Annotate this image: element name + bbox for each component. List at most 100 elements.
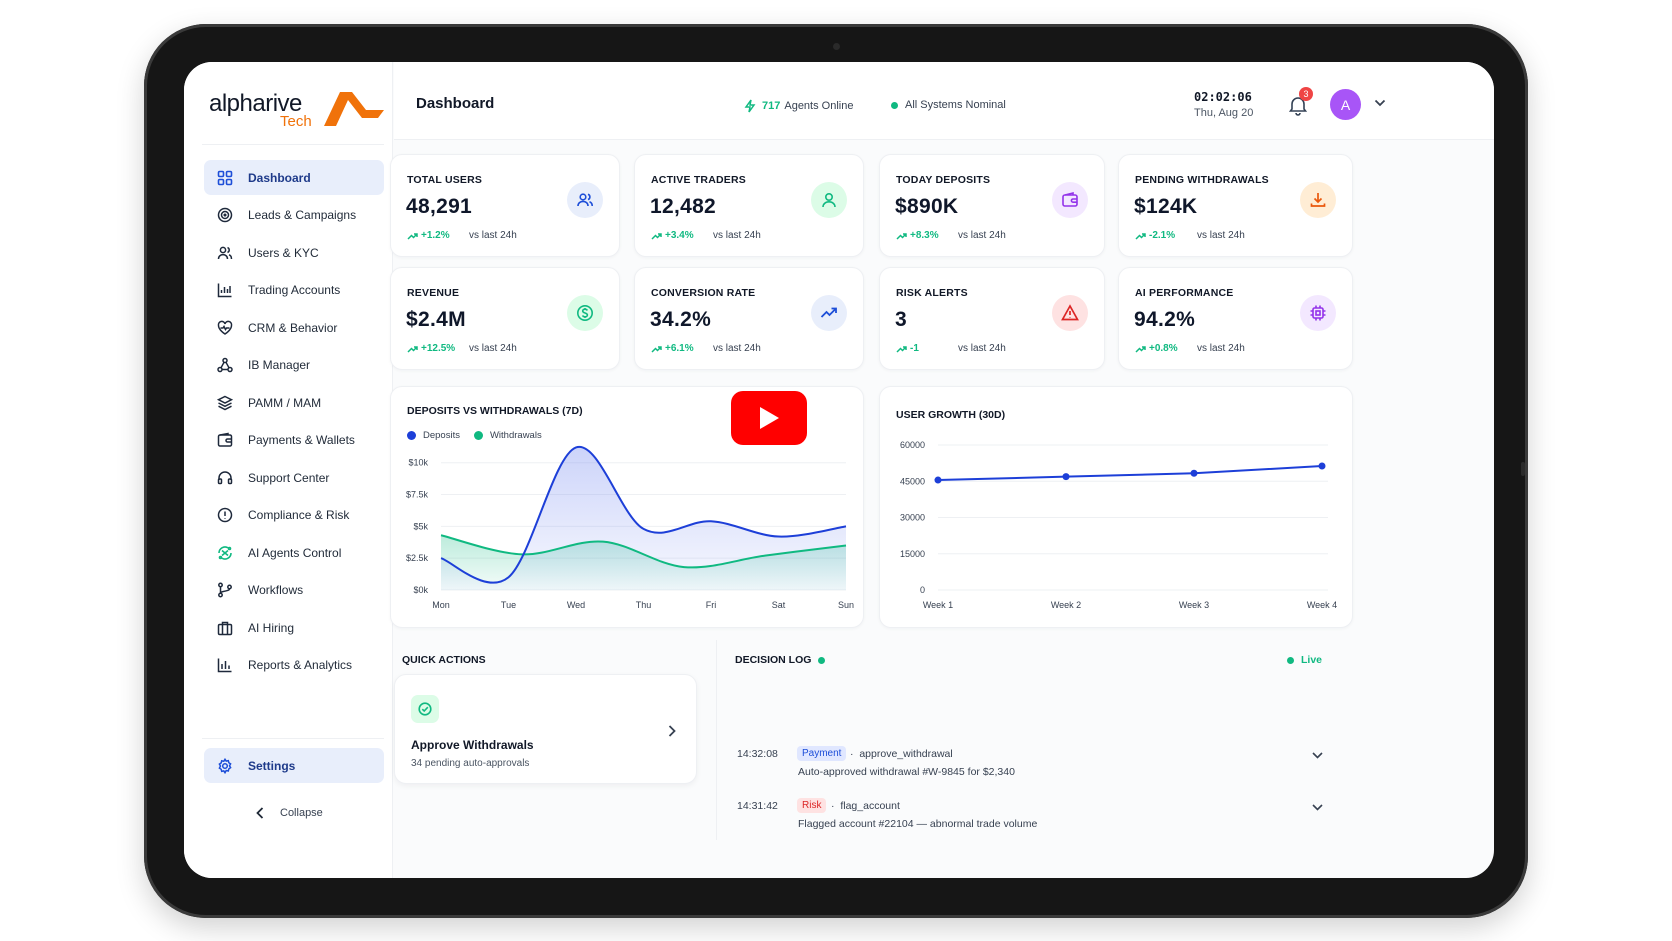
entry-description: Flagged account #22104 — abnormal trade … xyxy=(798,818,1038,830)
stat-value: 3 xyxy=(895,308,907,331)
shield-icon xyxy=(217,507,233,523)
x-tick-label: Thu xyxy=(636,600,652,610)
sidebar-item-label: Leads & Campaigns xyxy=(248,208,357,222)
users-icon xyxy=(567,182,603,218)
wallet-icon xyxy=(217,432,233,448)
decision-log-label: DECISION LOG xyxy=(735,654,812,666)
entry-tag: Risk xyxy=(797,798,827,813)
sidebar-item-ib-manager[interactable]: IB Manager xyxy=(204,348,384,383)
trend-up-icon xyxy=(1135,232,1146,240)
target-icon xyxy=(217,207,233,223)
stat-value: 12,482 xyxy=(650,195,717,218)
avatar[interactable]: A xyxy=(1330,89,1361,120)
stat-value: $2.4M xyxy=(406,308,466,331)
camera xyxy=(833,43,840,50)
stat-card-ai-performance[interactable]: AI PERFORMANCE 94.2% +0.8% vs last 24h xyxy=(1118,267,1353,370)
chevron-left-icon xyxy=(256,807,264,819)
grid-icon xyxy=(217,170,233,186)
settings-area: Settings xyxy=(204,748,384,786)
sidebar-item-label: CRM & Behavior xyxy=(248,320,338,335)
chevron-right-icon xyxy=(668,725,676,737)
collapse-label: Collapse xyxy=(280,807,323,819)
live-dot xyxy=(1286,656,1294,664)
sidebar-item-label: Payments & Wallets xyxy=(248,433,355,447)
sidebar-item-reports[interactable]: Reports & Analytics xyxy=(204,648,384,683)
live-indicator: Live xyxy=(1286,654,1322,666)
sidebar-item-compliance[interactable]: Compliance & Risk xyxy=(204,498,384,533)
sidebar-item-pamm[interactable]: PAMM / MAM xyxy=(204,385,384,420)
stat-change-value: +1.2% xyxy=(421,230,450,241)
stat-comparison: vs last 24h xyxy=(1197,230,1245,241)
x-tick-label: Wed xyxy=(567,600,585,610)
trend-up-icon xyxy=(407,232,418,240)
sidebar-item-dashboard[interactable]: Dashboard xyxy=(204,160,384,195)
stat-card-total-users[interactable]: TOTAL USERS 48,291 +1.2% vs last 24h xyxy=(390,154,620,257)
stat-change: +6.1% xyxy=(651,343,694,354)
sidebar-item-support[interactable]: Support Center xyxy=(204,460,384,495)
agents-online-indicator: 717 Agents Online xyxy=(744,99,853,113)
quick-action-approve-withdrawals[interactable]: Approve Withdrawals 34 pending auto-appr… xyxy=(394,674,697,784)
trend-up-icon xyxy=(651,232,662,240)
sidebar-item-label: IB Manager xyxy=(248,358,311,372)
trend-up-icon xyxy=(896,345,907,353)
sidebar: alpharive Tech Dashboard Leads & Campaig… xyxy=(184,62,393,878)
sidebar-item-users[interactable]: Users & KYC xyxy=(204,235,384,270)
clock-date: Thu, Aug 20 xyxy=(1194,107,1254,119)
stat-card-pending-withdrawals[interactable]: PENDING WITHDRAWALS $124K -2.1% vs last … xyxy=(1118,154,1353,257)
sidebar-item-label: Support Center xyxy=(248,470,330,485)
stat-card-active-traders[interactable]: ACTIVE TRADERS 12,482 +3.4% vs last 24h xyxy=(634,154,864,257)
sidebar-item-settings[interactable]: Settings xyxy=(204,748,384,783)
chevron-down-icon[interactable] xyxy=(1374,99,1386,107)
stat-comparison: vs last 24h xyxy=(469,343,517,354)
alert-icon xyxy=(1052,295,1088,331)
sidebar-item-workflows[interactable]: Workflows xyxy=(204,573,384,608)
entry-action-name: flag_account xyxy=(840,800,900,812)
y-tick-label: 45000 xyxy=(900,476,925,486)
chevron-down-icon[interactable] xyxy=(1312,804,1323,811)
collapse-button[interactable]: Collapse xyxy=(256,807,323,819)
decision-log-title: DECISION LOG xyxy=(735,654,826,666)
stat-value: 34.2% xyxy=(650,308,712,331)
stat-change: +1.2% xyxy=(407,230,450,241)
sidebar-item-leads[interactable]: Leads & Campaigns xyxy=(204,198,384,233)
sidebar-item-ai-agents[interactable]: AI Agents Control xyxy=(204,535,384,570)
stat-value: $890K xyxy=(895,195,959,218)
stat-label: REVENUE xyxy=(407,287,460,299)
decision-log: DECISION LOG Live 14:32:08 Payment · app… xyxy=(716,640,1342,840)
sidebar-item-crm[interactable]: CRM & Behavior xyxy=(204,310,384,345)
y-tick-label: $2.5k xyxy=(406,553,429,563)
stat-value: 48,291 xyxy=(406,195,473,218)
chevron-down-icon[interactable] xyxy=(1312,752,1323,759)
system-status-label: All Systems Nominal xyxy=(905,99,1006,111)
x-tick-label: Sat xyxy=(772,600,786,610)
entry-time: 14:31:42 xyxy=(737,800,778,812)
stat-label: ACTIVE TRADERS xyxy=(651,174,746,186)
stat-card-today-deposits[interactable]: TODAY DEPOSITS $890K +8.3% vs last 24h xyxy=(879,154,1105,257)
sidebar-item-label: Compliance & Risk xyxy=(248,508,350,522)
sidebar-item-payments[interactable]: Payments & Wallets xyxy=(204,423,384,458)
clock: 02:02:06 Thu, Aug 20 xyxy=(1194,90,1253,119)
trend-up-icon xyxy=(407,345,418,353)
stat-card-conversion-rate[interactable]: CONVERSION RATE 34.2% +6.1% vs last 24h xyxy=(634,267,864,370)
download-icon xyxy=(1300,182,1336,218)
stat-change-value: +0.8% xyxy=(1149,343,1178,354)
stat-label: TODAY DEPOSITS xyxy=(896,174,991,186)
deposits-withdrawals-card: DEPOSITS VS WITHDRAWALS (7D) Deposits Wi… xyxy=(390,386,864,628)
stat-change-value: +6.1% xyxy=(665,343,694,354)
chart-icon xyxy=(217,282,233,298)
page-title: Dashboard xyxy=(416,95,495,112)
x-tick-label: Mon xyxy=(432,600,450,610)
divider xyxy=(202,738,384,739)
sidebar-item-ai-hiring[interactable]: AI Hiring xyxy=(204,610,384,645)
stat-change-value: -2.1% xyxy=(1149,230,1176,241)
stat-card-risk-alerts[interactable]: RISK ALERTS 3 -1 vs last 24h xyxy=(879,267,1105,370)
sidebar-item-trading-accounts[interactable]: Trading Accounts xyxy=(204,273,384,308)
check-circle-icon xyxy=(411,695,439,723)
logo[interactable]: alpharive Tech xyxy=(209,88,384,130)
status-dot xyxy=(818,656,826,664)
stat-card-revenue[interactable]: REVENUE $2.4M +12.5% vs last 24h xyxy=(390,267,620,370)
wallet-icon xyxy=(1052,182,1088,218)
home-button xyxy=(1521,462,1525,476)
stat-change-value: +8.3% xyxy=(910,230,939,241)
stat-value: $124K xyxy=(1134,195,1198,218)
